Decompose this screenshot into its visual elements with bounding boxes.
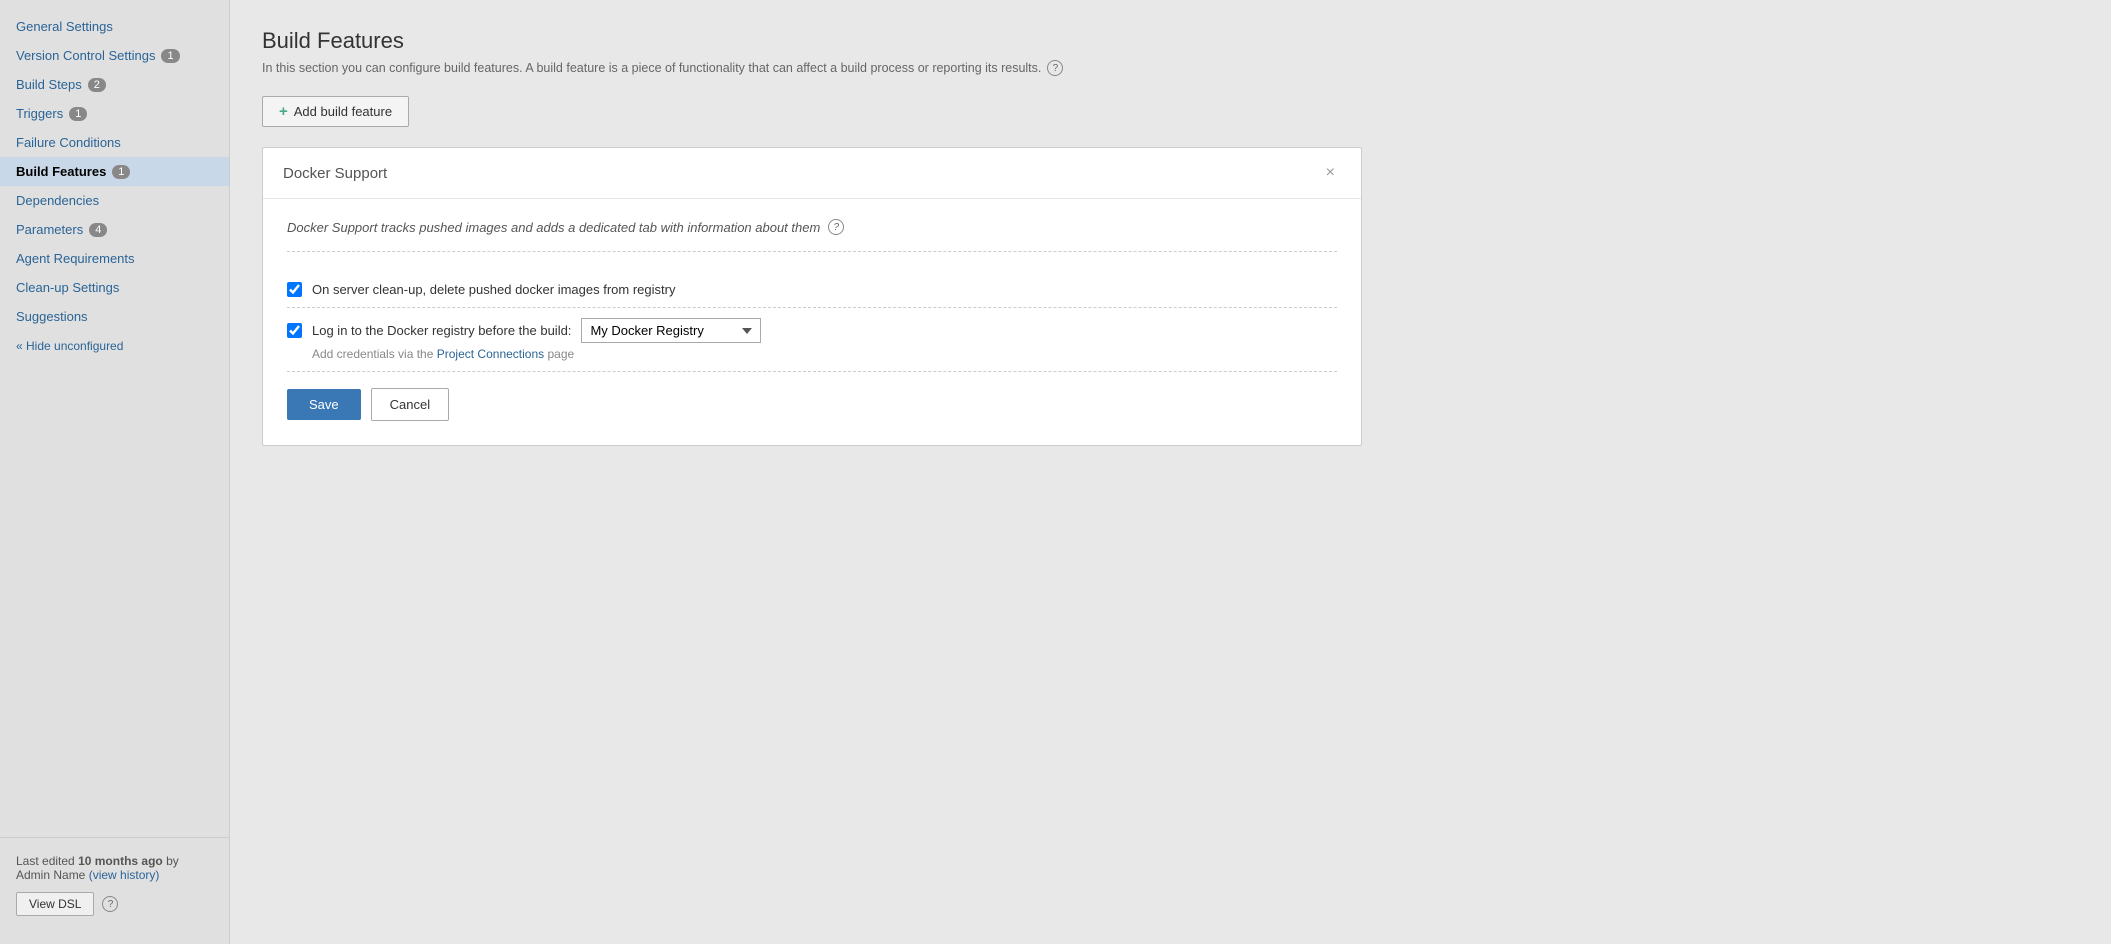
sidebar-item-label: Parameters	[16, 222, 83, 237]
last-edited-text: Last edited 10 months ago by Admin Name …	[16, 854, 213, 882]
sidebar-item-label: Agent Requirements	[16, 251, 135, 266]
sidebar-badge: 2	[88, 78, 106, 92]
sidebar-item-label: Dependencies	[16, 193, 99, 208]
sidebar-badge: 4	[89, 223, 107, 237]
login-row-wrapper: Log in to the Docker registry before the…	[287, 308, 1337, 372]
login-checkbox[interactable]	[287, 323, 302, 338]
sidebar-item-parameters[interactable]: Parameters 4	[0, 215, 229, 244]
sidebar-item-failure-conditions[interactable]: Failure Conditions	[0, 128, 229, 157]
sidebar-item-label: Build Steps	[16, 77, 82, 92]
docker-description-help-icon[interactable]: ?	[828, 219, 844, 235]
sidebar-item-agent-requirements[interactable]: Agent Requirements	[0, 244, 229, 273]
view-dsl-help-icon[interactable]: ?	[102, 896, 118, 912]
sidebar-item-label: Build Features	[16, 164, 106, 179]
sidebar-item-label: Version Control Settings	[16, 48, 155, 63]
sidebar-item-build-features[interactable]: Build Features 1	[0, 157, 229, 186]
sidebar-footer: Last edited 10 months ago by Admin Name …	[0, 837, 229, 932]
cleanup-checkbox-row: On server clean-up, delete pushed docker…	[287, 272, 1337, 308]
cleanup-checkbox-label: On server clean-up, delete pushed docker…	[312, 282, 675, 297]
login-checkbox-label: Log in to the Docker registry before the…	[312, 323, 571, 338]
cleanup-checkbox[interactable]	[287, 282, 302, 297]
page-description: In this section you can configure build …	[262, 60, 2079, 76]
form-actions: Save Cancel	[287, 372, 1337, 425]
sidebar-badge: 1	[69, 107, 87, 121]
sidebar-item-triggers[interactable]: Triggers 1	[0, 99, 229, 128]
sidebar-item-clean-up-settings[interactable]: Clean-up Settings	[0, 273, 229, 302]
sidebar-item-label: General Settings	[16, 19, 113, 34]
main-content: Build Features In this section you can c…	[230, 0, 2111, 944]
sidebar-badge: 1	[161, 49, 179, 63]
docker-support-card: Docker Support × Docker Support tracks p…	[262, 147, 1362, 446]
sidebar-item-dependencies[interactable]: Dependencies	[0, 186, 229, 215]
sidebar-badge: 1	[112, 165, 130, 179]
add-build-feature-button[interactable]: + Add build feature	[262, 96, 409, 127]
credentials-hint: Add credentials via the Project Connecti…	[312, 347, 1337, 361]
sidebar-item-label: Failure Conditions	[16, 135, 121, 150]
docker-description: Docker Support tracks pushed images and …	[287, 219, 1337, 252]
view-dsl-row: View DSL ?	[16, 892, 213, 916]
cancel-button[interactable]: Cancel	[371, 388, 449, 421]
page-title: Build Features	[262, 28, 2079, 54]
plus-icon: +	[279, 103, 288, 120]
project-connections-link[interactable]: Project Connections	[437, 347, 544, 361]
sidebar-item-label: Clean-up Settings	[16, 280, 119, 295]
registry-select[interactable]: My Docker Registry	[581, 318, 761, 343]
page-description-help-icon[interactable]: ?	[1047, 60, 1063, 76]
sidebar-item-suggestions[interactable]: Suggestions	[0, 302, 229, 331]
sidebar-item-general-settings[interactable]: General Settings	[0, 12, 229, 41]
view-dsl-button[interactable]: View DSL	[16, 892, 94, 916]
close-docker-card-button[interactable]: ×	[1320, 162, 1341, 184]
docker-card-header: Docker Support ×	[263, 148, 1361, 199]
sidebar: General Settings Version Control Settings…	[0, 0, 230, 944]
view-history-link[interactable]: (view history)	[89, 868, 160, 882]
sidebar-item-label: Suggestions	[16, 309, 88, 324]
save-button[interactable]: Save	[287, 389, 361, 420]
sidebar-item-build-steps[interactable]: Build Steps 2	[0, 70, 229, 99]
sidebar-item-label: Triggers	[16, 106, 63, 121]
sidebar-item-version-control-settings[interactable]: Version Control Settings 1	[0, 41, 229, 70]
hide-unconfigured-link[interactable]: « Hide unconfigured	[0, 331, 229, 361]
docker-card-body: Docker Support tracks pushed images and …	[263, 199, 1361, 445]
docker-card-title: Docker Support	[283, 165, 387, 182]
login-row-top: Log in to the Docker registry before the…	[287, 318, 1337, 343]
